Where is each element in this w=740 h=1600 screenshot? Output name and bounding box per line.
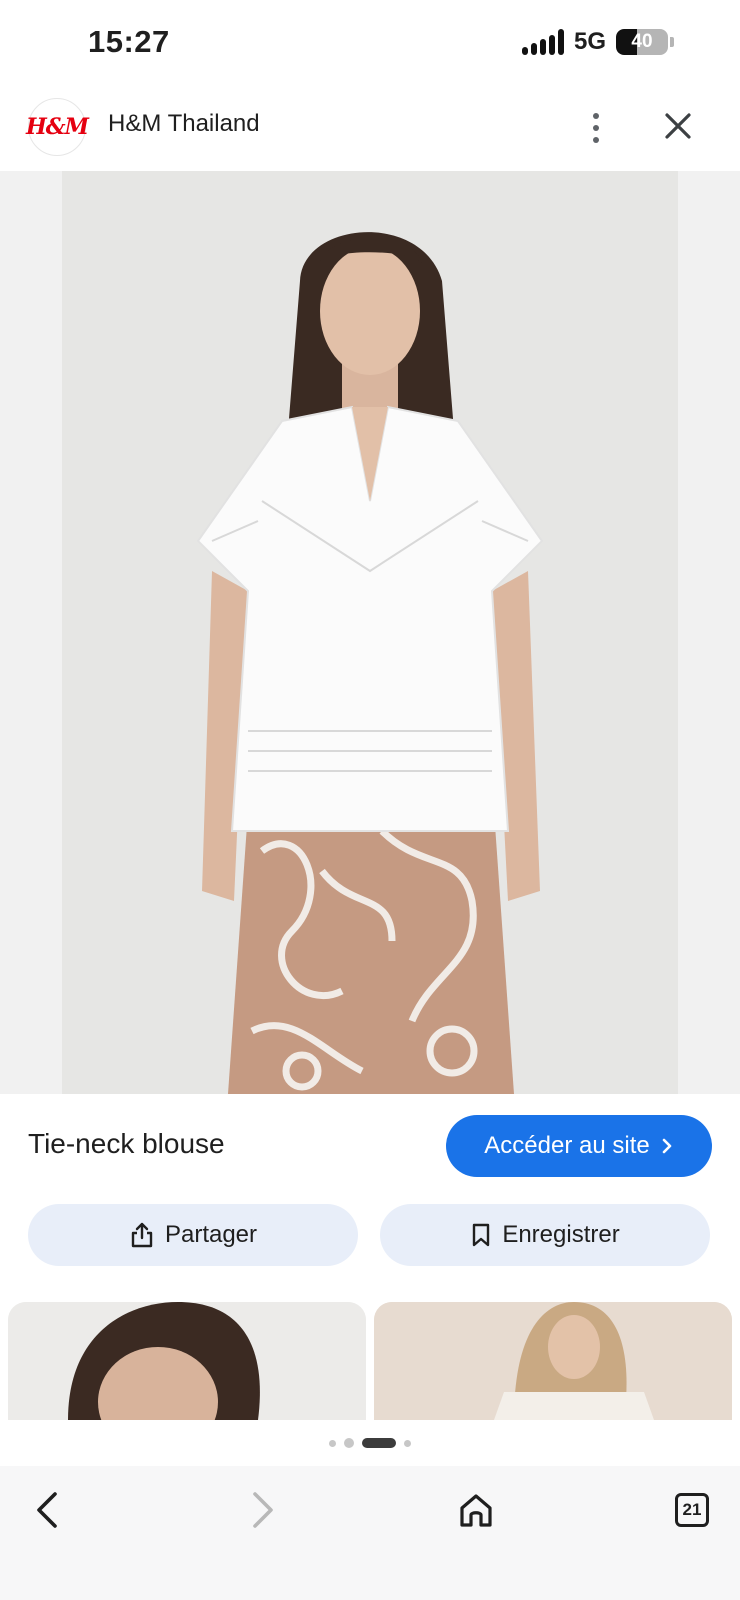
battery-tip [670, 37, 674, 47]
site-name: H&M Thailand [108, 110, 260, 137]
home-icon [460, 1494, 492, 1527]
related-result-card[interactable] [374, 1302, 732, 1420]
more-vert-icon-dot [593, 125, 599, 131]
share-label: Partager [164, 1221, 258, 1248]
status-indicators: 5G 40 [521, 28, 674, 56]
save-button[interactable]: Enregistrer [380, 1204, 710, 1266]
network-label: 5G [573, 28, 606, 55]
pager-dot-active [362, 1438, 396, 1448]
pager-dot [329, 1439, 336, 1447]
save-label: Enregistrer [502, 1221, 620, 1248]
site-header: H&M H&M Thailand [0, 86, 740, 170]
product-photo[interactable] [62, 171, 678, 1094]
page-indicator [0, 1420, 740, 1466]
site-logo: H&M [26, 98, 89, 156]
related-result-image [8, 1302, 366, 1420]
bookmark-icon [473, 1223, 490, 1247]
pager-dot [404, 1439, 411, 1447]
product-photo-illustration [62, 171, 678, 1094]
chevron-right-icon [662, 1138, 672, 1154]
close-icon [665, 113, 691, 139]
share-button[interactable]: Partager [28, 1204, 358, 1266]
more-vert-icon-dot [593, 137, 599, 143]
share-icon [131, 1222, 153, 1248]
home-button[interactable] [448, 1482, 504, 1538]
tabs-button[interactable]: 21 [664, 1482, 720, 1538]
close-button[interactable] [658, 106, 698, 146]
battery-level: 40 [631, 31, 653, 52]
bottom-navigation: 21 [0, 1466, 740, 1600]
back-button[interactable] [20, 1482, 76, 1538]
forward-arrow-icon [253, 1492, 273, 1528]
related-result-image [374, 1302, 732, 1420]
tabs-count-icon: 21 [675, 1493, 709, 1527]
product-image-area[interactable] [0, 171, 740, 1094]
status-time: 15:27 [88, 24, 170, 59]
product-title: Tie-neck blouse [28, 1128, 225, 1159]
status-bar: 15:27 5G 40 [0, 0, 740, 86]
pager-dot [344, 1438, 354, 1448]
signal-icon [521, 29, 564, 55]
site-logo-text: H&M [26, 114, 89, 140]
forward-button[interactable] [234, 1482, 290, 1538]
more-options-button[interactable] [578, 104, 614, 152]
related-result-card[interactable] [8, 1302, 366, 1420]
battery-icon: 40 [616, 29, 668, 55]
visit-site-button[interactable]: Accéder au site [446, 1115, 712, 1177]
more-vert-icon [593, 113, 599, 119]
back-arrow-icon [37, 1492, 57, 1528]
visit-site-label: Accéder au site [484, 1132, 650, 1159]
